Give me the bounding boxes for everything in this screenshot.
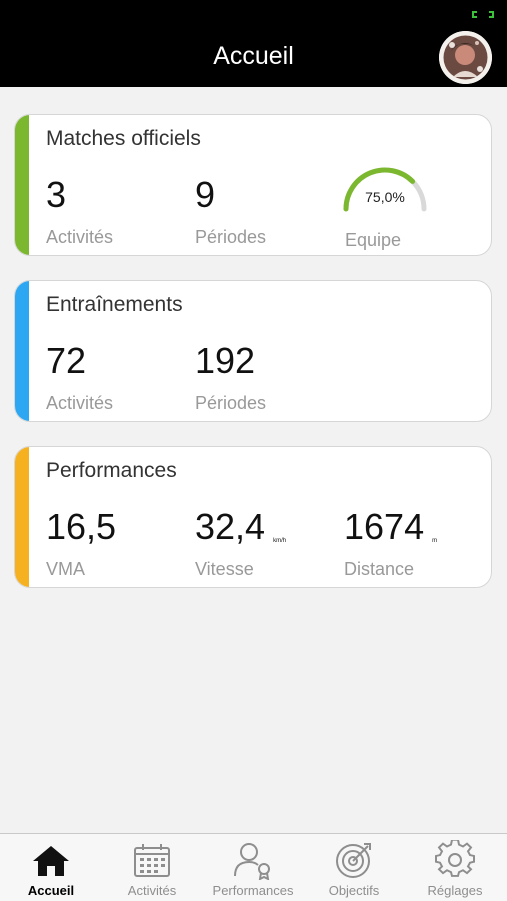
- stat-unit: m: [432, 538, 438, 544]
- stat-vma: 16,5 VMA: [46, 507, 116, 580]
- tab-label: Objectifs: [328, 883, 380, 898]
- stat-label: Activités: [46, 227, 114, 247]
- stat-value: 9: [195, 174, 216, 215]
- card-title: Entraînements: [46, 293, 183, 316]
- gear-icon: [435, 840, 475, 877]
- card-matches-officiels[interactable]: Matches officiels 3 Activités 9 Périodes…: [14, 114, 492, 256]
- stat-label: Vitesse: [195, 559, 254, 579]
- stat-value: 32,4: [195, 506, 266, 547]
- header-bar: Accueil: [0, 0, 507, 87]
- stat-value: 1674: [344, 506, 425, 547]
- stat-periodes: 9 Périodes: [195, 175, 266, 248]
- card-accent-bar: [15, 115, 29, 255]
- stat-value: 16,5: [46, 506, 117, 547]
- card-entrainements[interactable]: Entraînements 72 Activités 192 Périodes: [14, 280, 492, 422]
- tab-objectifs[interactable]: Objectifs: [303, 834, 405, 901]
- stat-value-with-unit: 32,4 km/h: [195, 507, 286, 547]
- avatar[interactable]: [439, 31, 492, 84]
- tab-accueil[interactable]: Accueil: [0, 834, 102, 901]
- card-title: Performances: [46, 459, 177, 482]
- stat-periodes: 192 Périodes: [195, 341, 266, 414]
- stat-label: Périodes: [195, 393, 267, 413]
- stat-activites: 3 Activités: [46, 175, 113, 248]
- stat-unit: km/h: [273, 538, 287, 544]
- user-award-icon: [234, 843, 270, 880]
- stat-label: Distance: [344, 559, 415, 579]
- card-accent-bar: [15, 281, 29, 421]
- team-gauge: 75,0%: [340, 159, 430, 215]
- stat-vitesse: 32,4 km/h Vitesse: [195, 507, 286, 580]
- calendar-icon: [134, 844, 170, 877]
- stat-value-with-unit: 1674 m: [344, 507, 437, 547]
- tab-label: Activités: [127, 883, 177, 898]
- tab-reglages[interactable]: Réglages: [404, 834, 506, 901]
- target-icon: [336, 843, 371, 878]
- stat-label: Périodes: [195, 227, 267, 247]
- tab-label: Accueil: [27, 883, 75, 898]
- stat-value: 72: [46, 340, 87, 381]
- avatar-image: [439, 31, 492, 84]
- stat-label: VMA: [46, 559, 86, 579]
- tab-bar: Accueil Activités Performances Objectifs…: [0, 833, 507, 901]
- card-performances[interactable]: Performances 16,5 VMA 32,4 km/h Vitesse 1…: [14, 446, 492, 588]
- tab-label: Performances: [212, 883, 294, 898]
- gauge-label: Equipe: [345, 230, 402, 250]
- card-title: Matches officiels: [46, 127, 201, 150]
- stat-activites: 72 Activités: [46, 341, 113, 414]
- home-icon: [33, 846, 69, 876]
- stat-label: Activités: [46, 393, 114, 413]
- stat-value: 3: [46, 174, 67, 215]
- status-battery-icon: [472, 11, 494, 18]
- tab-activites[interactable]: Activités: [101, 834, 203, 901]
- page-title: Accueil: [213, 42, 294, 70]
- gauge-arc: [343, 167, 427, 212]
- gauge-percent: 75,0%: [365, 189, 405, 205]
- tab-performances[interactable]: Performances: [202, 834, 304, 901]
- stat-value: 192: [195, 340, 256, 381]
- tab-label: Réglages: [427, 883, 483, 898]
- card-accent-bar: [15, 447, 29, 587]
- stat-distance: 1674 m Distance: [344, 507, 437, 580]
